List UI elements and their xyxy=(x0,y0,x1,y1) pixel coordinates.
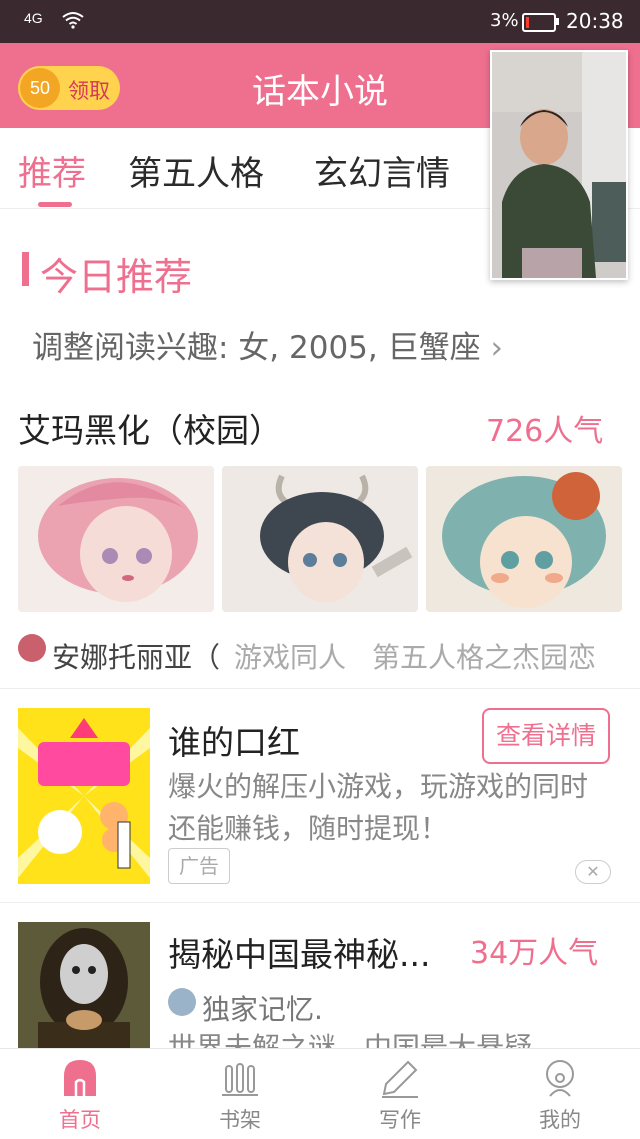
tab-recommend[interactable]: 推荐 xyxy=(18,146,86,195)
ad-image[interactable] xyxy=(18,708,150,884)
app-title: 话本小说 xyxy=(252,72,388,112)
author-name[interactable]: 独家记忆. xyxy=(202,988,323,1028)
book-cover-mystery[interactable] xyxy=(18,922,150,1052)
tag-identity-v-story[interactable]: 第五人格之杰园恋 xyxy=(372,636,596,676)
battery-percent: 3% xyxy=(490,10,519,31)
book-title[interactable]: 揭秘中国最神秘... xyxy=(168,928,430,976)
ad-badge: 广告 xyxy=(168,848,230,884)
book-cover-1[interactable] xyxy=(18,466,214,612)
ad-title[interactable]: 谁的口红 xyxy=(168,716,300,764)
signal-indicator: 4G xyxy=(24,10,43,26)
home-icon[interactable] xyxy=(60,1058,100,1098)
book-popularity: 726人气 xyxy=(486,414,604,449)
pen-icon[interactable] xyxy=(380,1058,420,1098)
tag-fan-game[interactable]: 游戏同人 xyxy=(234,636,346,676)
nav-bookshelf[interactable]: 书架 xyxy=(180,1104,300,1134)
wifi-icon xyxy=(62,12,84,29)
status-bar: 4G 3% 20:38 xyxy=(0,0,640,43)
tab-fantasy-romance[interactable]: 玄幻言情 xyxy=(314,146,450,195)
tab-identity-v[interactable]: 第五人格 xyxy=(128,146,264,195)
chevron-right-icon: › xyxy=(490,330,503,366)
profile-icon[interactable] xyxy=(540,1058,580,1098)
book-title[interactable]: 艾玛黑化（校园） xyxy=(18,404,282,452)
author-avatar xyxy=(168,988,196,1016)
nav-write[interactable]: 写作 xyxy=(340,1104,460,1134)
author-name[interactable]: 安娜托丽亚（ xyxy=(52,636,220,676)
battery-tip xyxy=(556,18,559,25)
book-cover-3[interactable] xyxy=(426,466,622,612)
bookshelf-icon[interactable] xyxy=(220,1058,260,1098)
close-ad-icon[interactable]: ✕ xyxy=(575,860,611,884)
book-cover-2[interactable] xyxy=(222,466,418,612)
coin-icon[interactable]: 50 xyxy=(20,68,60,108)
view-details-button[interactable]: 查看详情 xyxy=(482,708,610,764)
battery-icon xyxy=(522,13,556,32)
author-avatar xyxy=(18,634,46,662)
nav-profile[interactable]: 我的 xyxy=(500,1104,620,1134)
interest-text: 调整阅读兴趣: 女, 2005, 巨蟹座 xyxy=(32,330,481,366)
ad-description: 爆火的解压小游戏，玩游戏的同时 还能赚钱，随时提现！ xyxy=(168,770,589,845)
floating-video-preview[interactable] xyxy=(490,50,628,280)
section-title-today: 今日推荐 xyxy=(40,255,193,299)
person-photo xyxy=(492,52,626,278)
nav-home[interactable]: 首页 xyxy=(20,1104,140,1134)
section-marker xyxy=(22,252,29,286)
adjust-interest-link[interactable]: 调整阅读兴趣: 女, 2005, 巨蟹座 › xyxy=(32,322,503,367)
book-popularity: 34万人气 xyxy=(470,936,599,971)
divider xyxy=(0,688,640,689)
active-tab-indicator xyxy=(38,202,72,207)
clock: 20:38 xyxy=(566,9,624,33)
divider xyxy=(0,902,640,903)
claim-label[interactable]: 领取 xyxy=(68,75,110,105)
